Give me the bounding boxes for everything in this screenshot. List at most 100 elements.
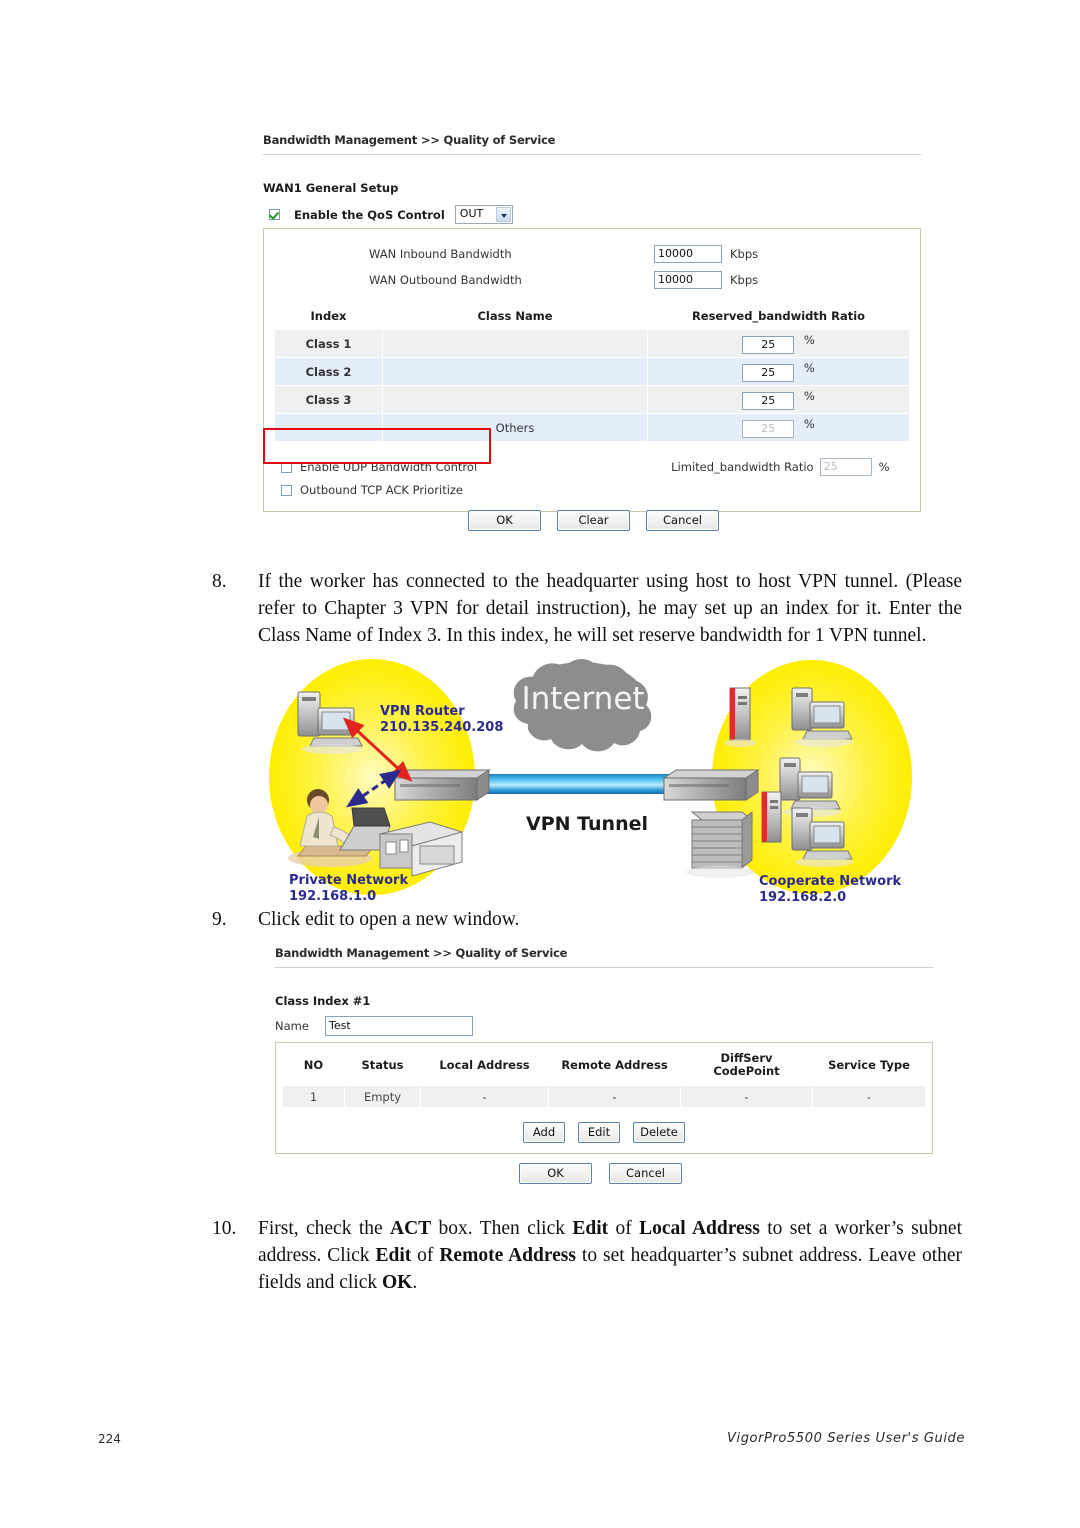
ratio-input-others: 25 — [742, 420, 795, 438]
wan-outbound-input[interactable]: 10000 — [654, 271, 722, 289]
class-index-screenshot: Bandwidth Management >> Quality of Servi… — [275, 946, 933, 1154]
wan-inbound-label: WAN Inbound Bandwidth — [369, 247, 512, 261]
footer-guide-title: VigorPro5500 Series User's Guide — [726, 1431, 965, 1446]
edit-button[interactable]: Edit — [578, 1122, 620, 1143]
header-reserved-ratio: Reserved_bandwidth Ratio — [647, 305, 910, 330]
step10-part2: box. Then click — [431, 1218, 573, 1239]
row-classname-class2[interactable] — [382, 357, 648, 386]
svg-text:Internet: Internet — [521, 681, 644, 717]
outbound-tcp-ack-prioritize-label: Outbound TCP ACK Prioritize — [300, 483, 464, 497]
add-button[interactable]: Add — [523, 1122, 565, 1143]
step10-bold-act: ACT — [390, 1218, 432, 1239]
step10-part7: . — [412, 1272, 418, 1293]
enable-qos-checkbox[interactable] — [269, 209, 280, 220]
cell-no: 1 — [282, 1085, 345, 1108]
class-name-input[interactable]: Test — [325, 1016, 473, 1036]
step10-bold-edit1: Edit — [572, 1218, 609, 1239]
header-class-name: Class Name — [382, 305, 648, 330]
ok-button-2[interactable]: OK — [519, 1163, 592, 1184]
cancel-button[interactable]: Cancel — [646, 510, 719, 531]
step-9-number: 9. — [212, 909, 227, 930]
private-network-label: Private Network — [289, 873, 408, 888]
breadcrumb-divider-2 — [275, 967, 933, 968]
step10-bold-edit2: Edit — [375, 1245, 412, 1266]
step10-bold-remote-address: Remote Address — [439, 1245, 576, 1266]
outbound-tcp-ack-prioritize-checkbox[interactable] — [281, 484, 292, 496]
wan-outbound-label: WAN Outbound Bandwidth — [369, 273, 522, 287]
clear-button[interactable]: Clear — [557, 510, 630, 531]
cell-status: Empty — [344, 1085, 421, 1108]
limited-bandwidth-ratio-unit: % — [878, 460, 890, 474]
step-8: 8. If the worker has connected to the he… — [212, 568, 962, 649]
breadcrumb-class-index: Bandwidth Management >> Quality of Servi… — [275, 946, 568, 960]
step10-part1: First, check the — [258, 1218, 390, 1239]
wan-inbound-input[interactable]: 10000 — [654, 245, 722, 263]
table-row: Class 3 25 % — [274, 385, 910, 414]
cooperate-network-ip: 192.168.2.0 — [759, 890, 846, 905]
header-local-address: Local Address — [420, 1047, 549, 1086]
step-9: 9. Click edit to open a new window. — [212, 906, 812, 933]
rule-action-button-bar: Add Edit Delete — [282, 1122, 926, 1143]
ratio-input-class1[interactable]: 25 — [742, 336, 795, 354]
ok-button[interactable]: OK — [468, 510, 541, 531]
vpn-topology-diagram: Internet VPN Router 210.135.240.208 VPN … — [262, 650, 922, 908]
header-remote-address: Remote Address — [548, 1047, 681, 1086]
qos-general-button-bar: OK Clear Cancel — [468, 510, 719, 531]
step-8-text: If the worker has connected to the headq… — [258, 571, 962, 646]
wan-inbound-unit: Kbps — [730, 247, 759, 261]
header-diffserv-codepoint: DiffServ CodePoint — [680, 1047, 813, 1086]
header-index: Index — [274, 305, 383, 330]
class-index-title: Class Index #1 — [275, 994, 371, 1008]
table-row[interactable]: 1 Empty - - - - — [282, 1085, 926, 1108]
header-status: Status — [344, 1047, 421, 1086]
row-index-class3: Class 3 — [274, 385, 383, 414]
vpn-router-label: VPN Router — [380, 704, 465, 719]
step-8-number: 8. — [212, 571, 227, 592]
breadcrumb-divider — [263, 154, 921, 155]
vpn-router-left-icon — [393, 769, 491, 801]
private-network-ip: 192.168.1.0 — [289, 889, 376, 904]
cancel-button-2[interactable]: Cancel — [609, 1163, 682, 1184]
ratio-unit-class1: % — [803, 333, 815, 347]
step10-part5: of — [411, 1245, 440, 1266]
table-row: Class 2 25 % — [274, 357, 910, 386]
step10-bold-local-address: Local Address — [639, 1218, 760, 1239]
internet-cloud-icon: Internet — [513, 659, 652, 752]
chevron-down-icon[interactable] — [495, 207, 511, 222]
enable-qos-label: Enable the QoS Control — [294, 207, 445, 222]
row-classname-class1[interactable] — [382, 329, 648, 358]
udp-bandwidth-highlight-annotation — [263, 428, 491, 464]
server-tower-icon-right-bottom — [761, 791, 782, 843]
row-ratio-cell-others: 25 % — [647, 413, 910, 442]
qos-direction-select[interactable]: OUT — [454, 205, 513, 224]
cell-remote-address: - — [548, 1085, 681, 1108]
breadcrumb-qos-general: Bandwidth Management >> Quality of Servi… — [263, 133, 556, 147]
server-rack-icon — [686, 810, 754, 878]
ratio-input-class3[interactable]: 25 — [742, 392, 795, 410]
header-service-type: Service Type — [812, 1047, 926, 1086]
header-diffserv-line2: CodePoint — [713, 1064, 780, 1078]
ratio-unit-class3: % — [803, 389, 815, 403]
step-9-text: Click edit to open a new window. — [258, 909, 520, 930]
row-classname-class3[interactable] — [382, 385, 648, 414]
row-ratio-cell-class3: 25 % — [647, 385, 910, 414]
page-number: 224 — [98, 1432, 121, 1446]
reserved-bandwidth-table: Index Class Name Reserved_bandwidth Rati… — [274, 305, 910, 442]
name-field-label: Name — [275, 1019, 309, 1033]
vpn-router-right-icon — [662, 769, 760, 801]
step10-bold-ok: OK — [382, 1272, 413, 1293]
table-header-row: NO Status Local Address Remote Address D… — [282, 1047, 926, 1086]
delete-button[interactable]: Delete — [633, 1122, 685, 1143]
vpn-tunnel-label: VPN Tunnel — [526, 813, 648, 835]
cell-local-address: - — [420, 1085, 549, 1108]
ratio-input-class2[interactable]: 25 — [742, 364, 795, 382]
step10-part3: of — [608, 1218, 640, 1239]
class-rule-panel: NO Status Local Address Remote Address D… — [275, 1042, 933, 1154]
cooperate-network-label: Cooperate Network — [759, 874, 902, 889]
class-rule-table: NO Status Local Address Remote Address D… — [282, 1047, 926, 1108]
qos-direction-value: OUT — [459, 207, 484, 220]
step-10-number: 10. — [212, 1218, 237, 1239]
table-header-row: Index Class Name Reserved_bandwidth Rati… — [274, 305, 910, 330]
class-index-button-bar: OK Cancel — [519, 1163, 682, 1184]
cell-diffserv: - — [680, 1085, 813, 1108]
